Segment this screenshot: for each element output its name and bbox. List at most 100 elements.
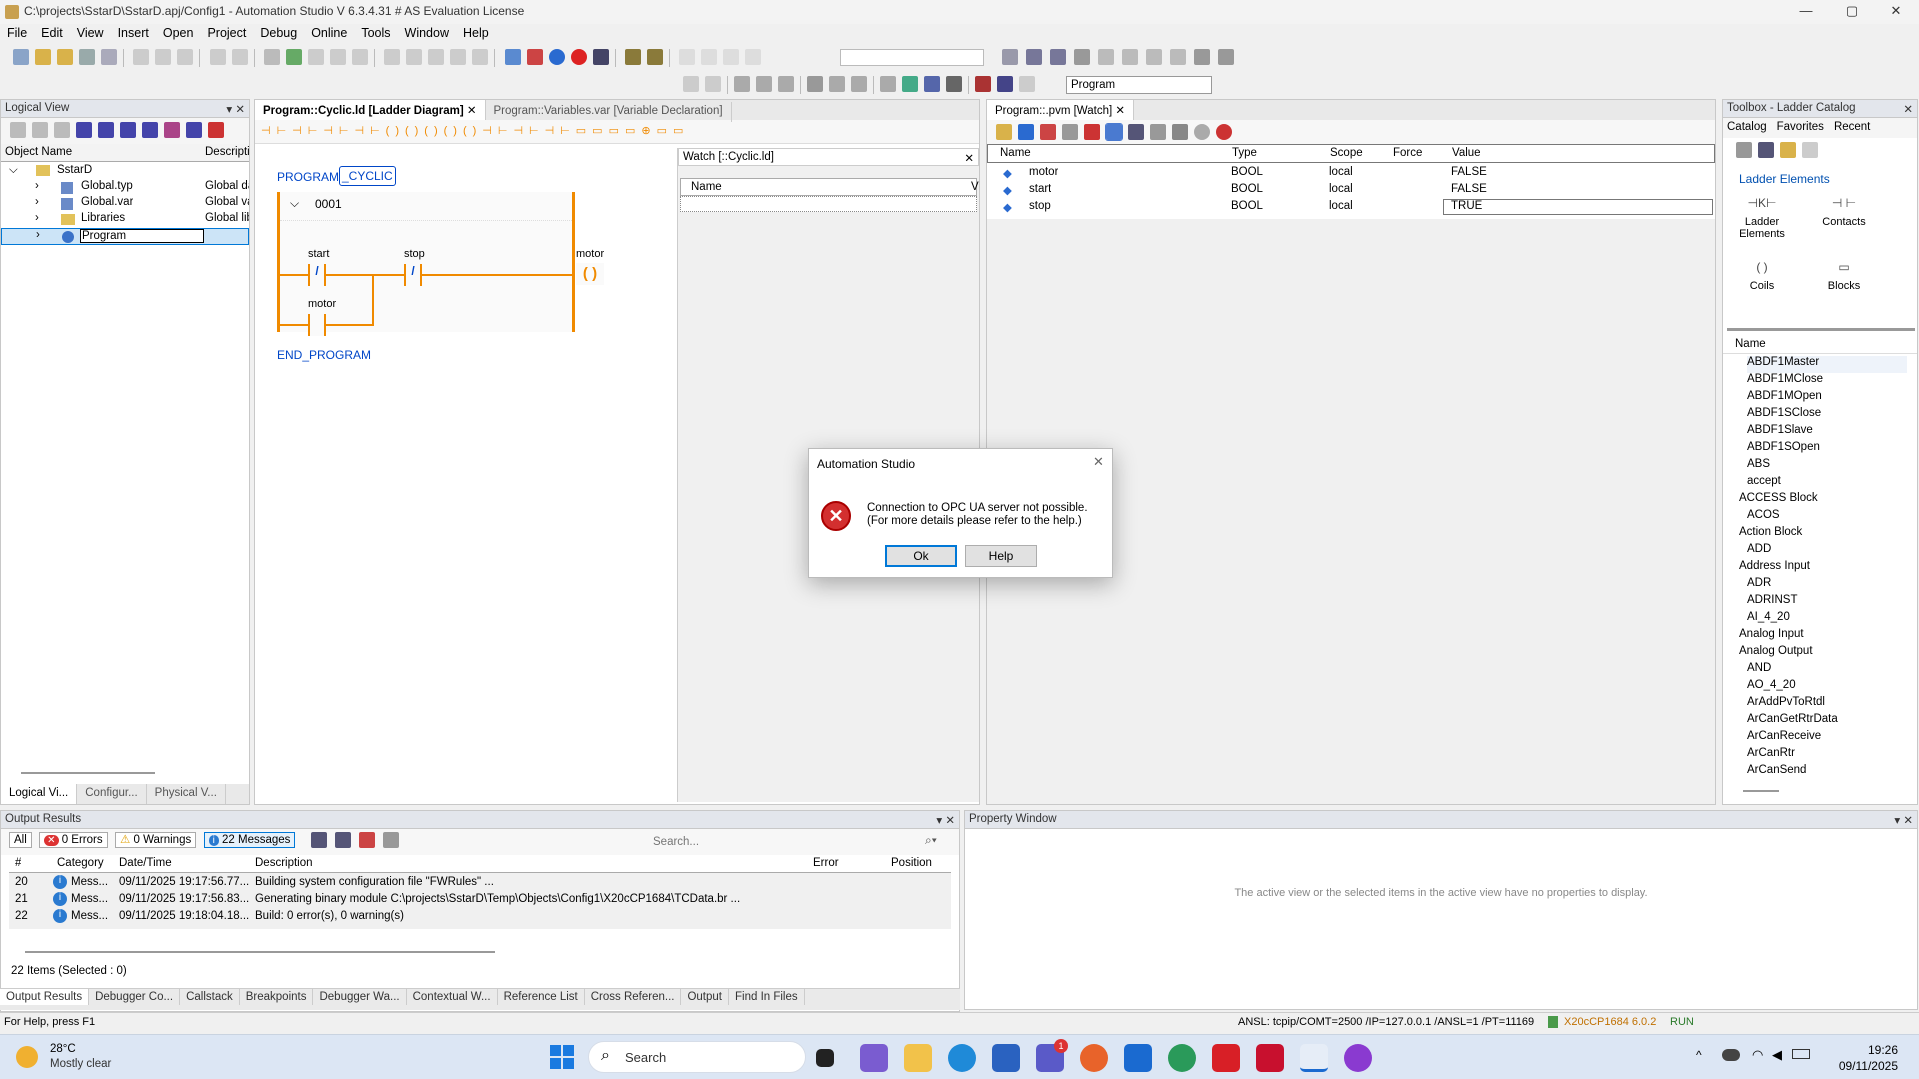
menu-file[interactable]: File: [0, 24, 34, 42]
tool-icon[interactable]: [1074, 49, 1090, 65]
tile-ladder-elements[interactable]: ⊣K⊢ Ladder Elements: [1737, 196, 1787, 246]
outlook-icon[interactable]: [1124, 1044, 1152, 1072]
toolbox-item[interactable]: Analog Input: [1739, 628, 1804, 645]
toolbox-item[interactable]: ACCESS Block: [1739, 492, 1818, 509]
menu-debug[interactable]: Debug: [253, 24, 304, 42]
tool-icon[interactable]: [98, 122, 114, 138]
wifi-icon[interactable]: ◠: [1752, 1047, 1763, 1063]
gear-icon[interactable]: [625, 49, 642, 65]
save-icon[interactable]: [79, 49, 95, 65]
toolbox-item[interactable]: AI_4_20: [1747, 611, 1790, 628]
tool-icon[interactable]: [924, 76, 940, 92]
tool-icon[interactable]: [1026, 49, 1042, 65]
tab-cross-reference[interactable]: Cross Referen...: [585, 989, 682, 1005]
close-icon[interactable]: ✕: [1115, 105, 1125, 117]
scrollbar[interactable]: [21, 772, 155, 774]
tool-icon[interactable]: [1150, 124, 1166, 140]
tool-icon[interactable]: [1128, 124, 1144, 140]
tab-breakpoints[interactable]: Breakpoints: [240, 989, 314, 1005]
tool-icon[interactable]: [829, 76, 845, 92]
online-icon[interactable]: [504, 49, 521, 65]
start-button[interactable]: [550, 1045, 574, 1069]
tool-icon[interactable]: [1216, 124, 1232, 140]
tool-icon[interactable]: [1062, 124, 1078, 140]
tool-icon[interactable]: [384, 49, 401, 65]
debug-icon[interactable]: [975, 76, 991, 92]
toolbox-item[interactable]: ArCanRtr: [1747, 747, 1795, 764]
tool-icon[interactable]: [186, 122, 202, 138]
tool-icon[interactable]: [142, 122, 158, 138]
menu-view[interactable]: View: [70, 24, 111, 42]
toolbox-item[interactable]: Address Input: [1739, 560, 1810, 577]
tool-icon[interactable]: [1105, 123, 1123, 141]
tab-recent[interactable]: Recent: [1834, 121, 1870, 133]
cloud-icon[interactable]: [1722, 1049, 1740, 1061]
tab-reference-list[interactable]: Reference List: [498, 989, 585, 1005]
menu-tools[interactable]: Tools: [354, 24, 397, 42]
tool-icon[interactable]: [1802, 142, 1818, 158]
tab-contextual-watch[interactable]: Contextual W...: [407, 989, 498, 1005]
coil-motor[interactable]: ( ): [576, 263, 604, 285]
redo-icon[interactable]: [231, 49, 248, 65]
transfer-icon[interactable]: [526, 49, 543, 65]
delete-icon[interactable]: [264, 49, 281, 65]
toolbox-item[interactable]: AO_4_20: [1747, 679, 1796, 696]
build-icon[interactable]: [286, 49, 303, 65]
tool-icon[interactable]: [334, 832, 351, 848]
tool-icon[interactable]: [310, 832, 327, 848]
tool-icon[interactable]: [1040, 124, 1056, 140]
tool-icon[interactable]: [208, 122, 224, 138]
tile-blocks[interactable]: ▭ Blocks: [1819, 260, 1869, 300]
program-name[interactable]: _CYCLIC: [339, 166, 396, 186]
weather-icon[interactable]: [16, 1046, 38, 1068]
chevron-down-icon[interactable]: ⌵: [290, 196, 299, 211]
tool-icon[interactable]: [382, 832, 399, 848]
filter-all[interactable]: All: [9, 832, 32, 849]
tool-icon[interactable]: [1218, 49, 1234, 65]
taskbar-search[interactable]: ⌕ Search: [588, 1041, 806, 1073]
tool-icon[interactable]: [997, 76, 1013, 92]
tab-favorites[interactable]: Favorites: [1777, 121, 1824, 133]
tab-catalog[interactable]: Catalog: [1727, 121, 1767, 133]
ok-button[interactable]: Ok: [885, 545, 957, 567]
tool-icon[interactable]: [756, 76, 772, 92]
undo-icon[interactable]: [209, 49, 226, 65]
open-icon[interactable]: [996, 124, 1012, 140]
copilot-icon[interactable]: [860, 1044, 888, 1072]
filter-errors[interactable]: ✕ 0 Errors: [39, 832, 108, 849]
maximize-button[interactable]: ▢: [1829, 0, 1875, 22]
globe-app-icon[interactable]: [1168, 1044, 1196, 1072]
toolbox-item[interactable]: ABDF1Master: [1747, 356, 1907, 373]
tool-icon[interactable]: [308, 49, 325, 65]
toolbox-item[interactable]: Action Block: [1739, 526, 1802, 543]
toolbox-item[interactable]: AND: [1747, 662, 1771, 679]
output-row[interactable]: 22 i Mess... 09/11/2025 19:18:04.18... Build…: [9, 909, 951, 926]
nc-contact-start[interactable]: /: [308, 264, 326, 286]
tool-icon[interactable]: [164, 122, 180, 138]
tool-icon[interactable]: [1084, 124, 1100, 140]
tool-icon[interactable]: [745, 49, 762, 65]
paste-icon[interactable]: [177, 49, 194, 65]
output-row[interactable]: 21 i Mess... 09/11/2025 19:17:56.83... Gener…: [9, 892, 951, 909]
tool-icon[interactable]: [1002, 49, 1018, 65]
menu-edit[interactable]: Edit: [34, 24, 70, 42]
tile-contacts[interactable]: ⊣ ⊢ Contacts: [1819, 196, 1869, 236]
messenger-icon[interactable]: [1344, 1044, 1372, 1072]
teams-icon[interactable]: 1: [1036, 1039, 1068, 1072]
tool-icon[interactable]: [880, 76, 896, 92]
tool-icon[interactable]: [358, 832, 375, 848]
toolbox-item[interactable]: ArCanGetRtrData: [1747, 713, 1838, 730]
toolbox-item[interactable]: ABDF1SOpen: [1747, 441, 1820, 458]
tool-icon[interactable]: [1758, 142, 1774, 158]
watch-row[interactable]: ◆ stop BOOL local TRUE: [987, 199, 1715, 216]
tool-icon[interactable]: [1736, 142, 1752, 158]
toolbox-item[interactable]: Analog Output: [1739, 645, 1813, 662]
tool-icon[interactable]: [428, 49, 445, 65]
network-0001[interactable]: ⌵ 0001 start / stop / motor ( ) motor: [277, 192, 604, 336]
menu-help[interactable]: Help: [456, 24, 496, 42]
clock-time[interactable]: 19:26: [1858, 1043, 1898, 1057]
splitter[interactable]: [1727, 328, 1915, 331]
task-view-icon[interactable]: [816, 1049, 834, 1067]
tree-item[interactable]: › Libraries Global lib: [1, 212, 249, 229]
clock-date[interactable]: 09/11/2025: [1838, 1059, 1898, 1073]
